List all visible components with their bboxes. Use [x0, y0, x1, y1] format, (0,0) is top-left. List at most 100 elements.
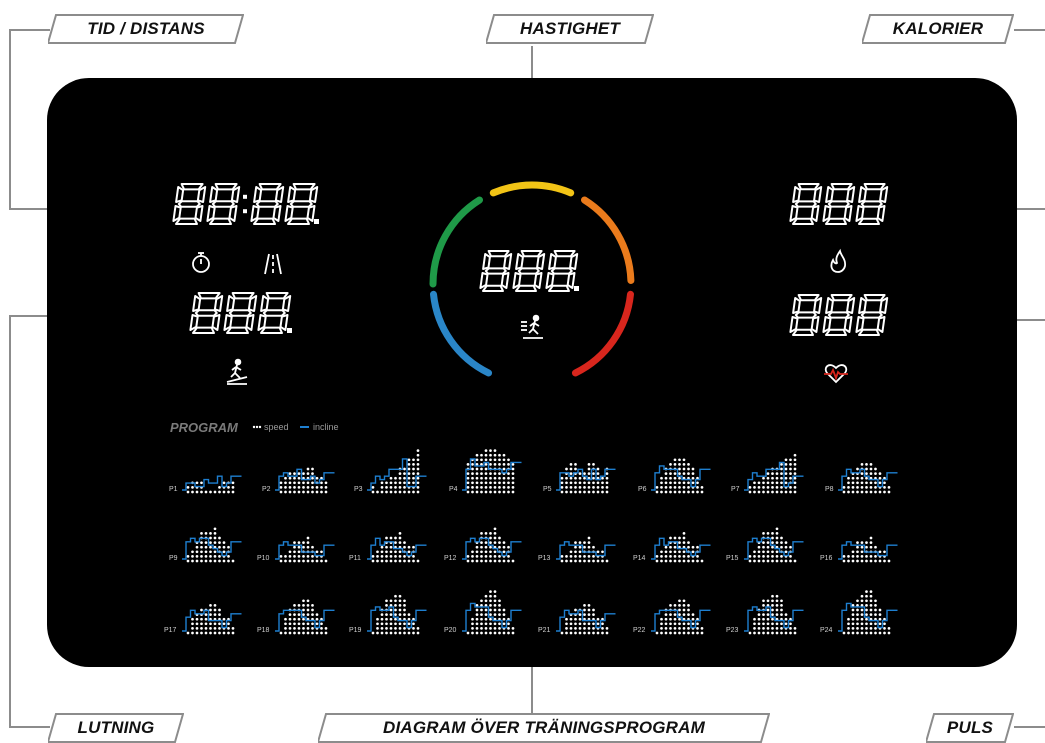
speed-dot: [484, 594, 488, 598]
speed-dot: [664, 490, 668, 494]
speed-dot: [507, 627, 510, 630]
speed-dot: [297, 476, 301, 480]
speed-dot: [480, 541, 483, 544]
speed-dot: [227, 631, 230, 635]
speed-dot: [762, 627, 765, 630]
speed-dot: [673, 622, 677, 626]
speed-dot: [475, 467, 479, 471]
segment: [213, 295, 224, 312]
speed-dot: [471, 476, 474, 480]
speed-dot: [775, 599, 779, 603]
speed-dot: [696, 555, 699, 558]
speed-dot: [748, 486, 752, 489]
speed-dot: [793, 631, 797, 635]
segment: [860, 200, 883, 208]
speed-dot: [869, 590, 873, 593]
speed-dot: [771, 550, 774, 554]
speed-dot: [605, 490, 609, 494]
speed-dot: [493, 604, 497, 607]
speed-dot: [762, 613, 765, 616]
speed-dot: [394, 555, 397, 558]
speed-dot: [385, 613, 388, 616]
speed-dot: [775, 594, 779, 598]
speed-dot: [565, 486, 568, 489]
speed-dot: [678, 559, 681, 563]
speed-dot: [560, 481, 564, 485]
segment: [858, 217, 880, 225]
speed-dot: [311, 472, 314, 475]
speed-dot: [678, 541, 681, 544]
speed-dot: [587, 631, 591, 635]
speed-dot: [213, 555, 217, 558]
speed-dot: [757, 550, 761, 554]
speed-dot: [302, 541, 305, 544]
speed-dot: [200, 545, 203, 549]
speed-dot: [484, 545, 488, 549]
segment: [482, 284, 504, 292]
speed-dot: [507, 490, 510, 494]
speed-dot: [682, 613, 686, 616]
speed-dot: [315, 490, 319, 494]
speed-dot: [865, 594, 868, 598]
speed-dot: [596, 550, 600, 554]
program-chart: P8: [825, 463, 898, 494]
speed-dot: [856, 622, 859, 626]
program-label: P9: [169, 555, 178, 562]
speed-dot: [218, 559, 221, 563]
speed-dot: [669, 550, 672, 554]
speed-dot: [578, 559, 582, 563]
speed-dot: [784, 617, 788, 621]
speed-dot: [279, 490, 283, 494]
speed-dot: [565, 622, 568, 626]
speed-dot: [412, 545, 415, 549]
speed-dot: [748, 631, 752, 635]
speed-dot: [489, 481, 492, 485]
segment: [260, 326, 283, 334]
speed-dot: [869, 472, 873, 475]
speed-dot: [484, 532, 488, 535]
speed-dot: [398, 481, 402, 485]
speed-dot: [320, 622, 323, 626]
speed-dot: [678, 472, 681, 475]
segment: [262, 309, 286, 317]
speed-dot: [498, 555, 501, 558]
speed-dot: [784, 472, 788, 475]
speed-dot: [412, 476, 415, 480]
speed-dot: [222, 490, 226, 494]
speed-dot: [293, 545, 296, 549]
segment: [520, 250, 543, 258]
speed-dot: [222, 545, 226, 549]
speed-dot: [502, 476, 506, 480]
speed-dot: [416, 467, 420, 471]
segment: [827, 200, 850, 208]
speed-dot: [574, 559, 577, 563]
speed-dot: [560, 631, 564, 635]
speed-dot: [669, 604, 672, 607]
speed-dot: [484, 467, 488, 471]
speed-dot: [398, 594, 402, 598]
speed-dot: [687, 463, 690, 466]
speed-dot: [587, 486, 591, 489]
speed-dot: [605, 476, 609, 480]
speed-dot: [288, 613, 292, 616]
speed-dot: [489, 490, 492, 494]
speed-dot: [660, 559, 663, 563]
speed-dot: [306, 467, 310, 471]
speed-dot: [502, 453, 506, 457]
speed-dot: [753, 617, 756, 621]
speed-dot: [475, 458, 479, 462]
speed-dot: [407, 476, 411, 480]
speed-dot: [380, 555, 384, 558]
speed-dot: [673, 472, 677, 475]
speed-dot: [569, 476, 573, 480]
speed-dot: [574, 545, 577, 549]
speed-dot: [293, 631, 296, 635]
speed-dot: [412, 467, 415, 471]
speed-dot: [471, 555, 474, 558]
program-chart: P23: [726, 594, 804, 635]
speed-dot: [762, 555, 765, 558]
speed-dot: [775, 559, 779, 563]
segment: [536, 253, 546, 270]
speed-dot: [605, 472, 609, 475]
speed-dot: [587, 463, 591, 466]
